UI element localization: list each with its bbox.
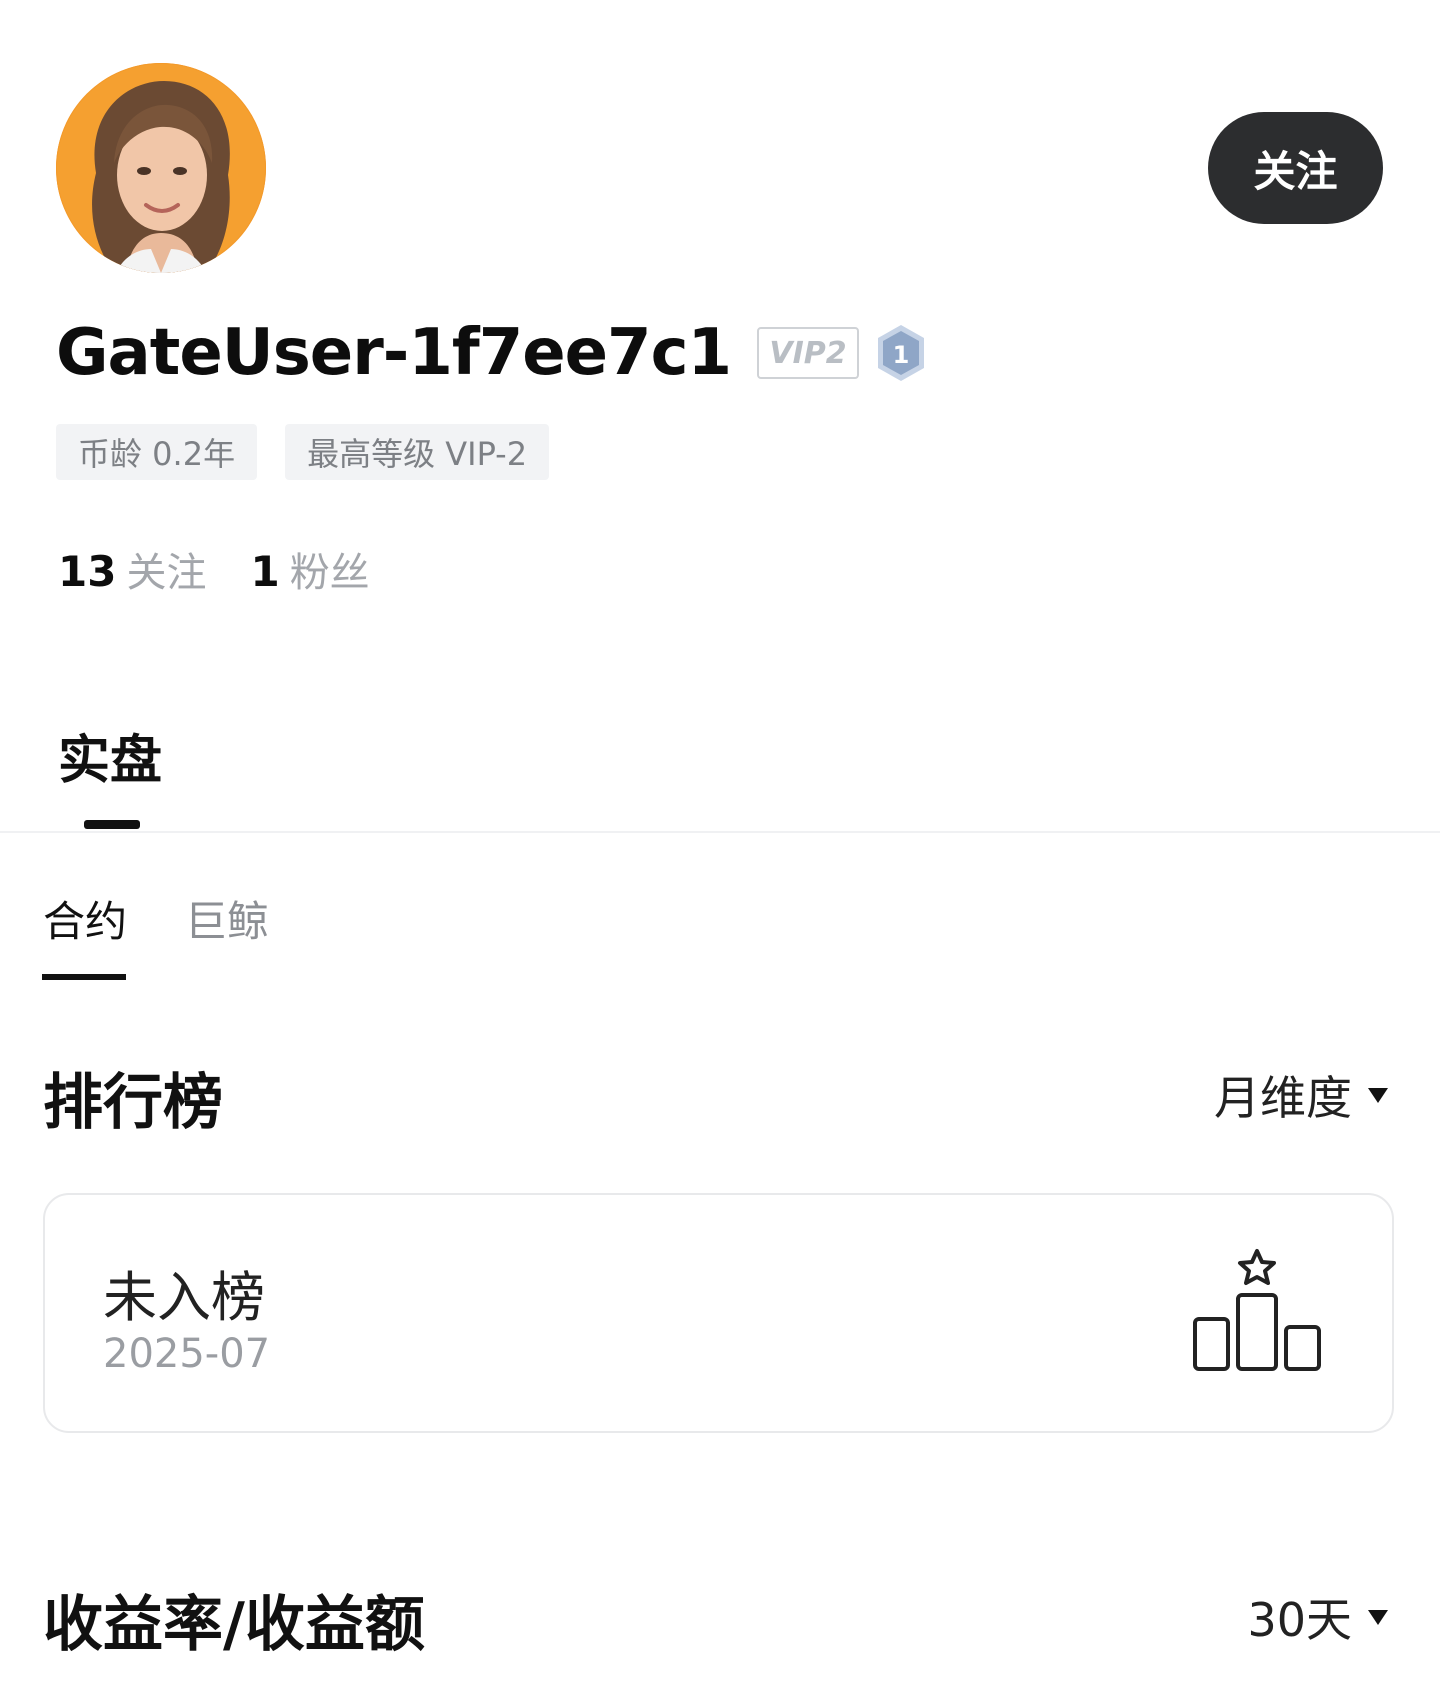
follow-stats: 13 关注 1 粉丝 bbox=[58, 540, 370, 598]
range-label: 30天 bbox=[1247, 1593, 1352, 1647]
sub-tab-indicator bbox=[42, 974, 126, 980]
caret-down-icon bbox=[1368, 1609, 1388, 1625]
period-dropdown[interactable]: 月维度 bbox=[1214, 1062, 1388, 1128]
level-hexagon-icon: 1 bbox=[878, 325, 925, 381]
rank-date: 2025-07 bbox=[103, 1331, 271, 1377]
period-label: 月维度 bbox=[1214, 1071, 1352, 1125]
range-dropdown[interactable]: 30天 bbox=[1247, 1584, 1388, 1650]
follow-button[interactable]: 关注 bbox=[1208, 112, 1383, 224]
avatar[interactable] bbox=[56, 63, 266, 273]
tab-divider bbox=[0, 831, 1440, 833]
followers-count: 1 bbox=[250, 547, 280, 596]
leaderboard-title: 排行榜 bbox=[43, 1068, 223, 1138]
tab-whale[interactable]: 巨鲸 bbox=[185, 888, 269, 949]
max-level-tag: 最高等级 VIP-2 bbox=[285, 424, 550, 480]
rank-status: 未入榜 bbox=[103, 1266, 265, 1329]
followers-stat[interactable]: 1 粉丝 bbox=[250, 540, 369, 598]
tab-live-trading[interactable]: 实盘 bbox=[58, 718, 162, 793]
username-row: GateUser-1f7ee7c1 VIP2 1 bbox=[56, 308, 927, 398]
caret-down-icon bbox=[1368, 1087, 1388, 1103]
following-count: 13 bbox=[58, 547, 117, 596]
following-stat[interactable]: 13 关注 bbox=[58, 540, 206, 598]
avatar-portrait bbox=[56, 63, 266, 273]
level-number: 1 bbox=[893, 341, 910, 369]
podium-icon bbox=[1193, 1249, 1321, 1371]
vip-badge: VIP2 bbox=[757, 327, 860, 379]
following-label: 关注 bbox=[126, 550, 207, 596]
rank-card: 未入榜 2025-07 bbox=[43, 1193, 1394, 1433]
username: GateUser-1f7ee7c1 bbox=[56, 316, 732, 390]
coin-age-tag: 币龄 0.2年 bbox=[56, 424, 258, 480]
main-tab-indicator bbox=[84, 820, 140, 829]
tab-futures[interactable]: 合约 bbox=[43, 888, 127, 949]
profit-title: 收益率/收益额 bbox=[43, 1590, 425, 1660]
followers-label: 粉丝 bbox=[289, 550, 370, 596]
profile-tags: 币龄 0.2年 最高等级 VIP-2 bbox=[56, 424, 550, 480]
